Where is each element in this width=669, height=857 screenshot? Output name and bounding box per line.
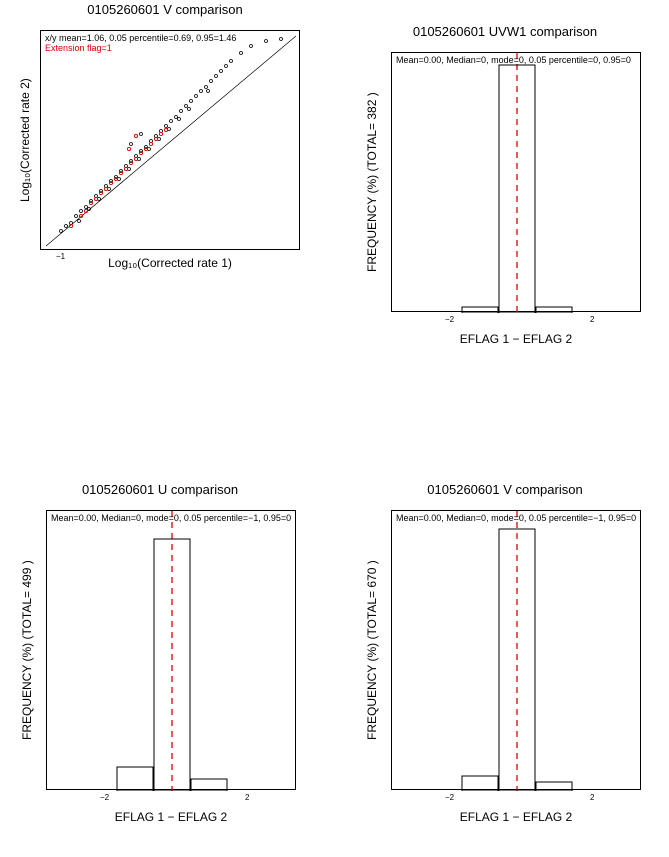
stats-text: Mean=0.00, Median=0, mode=0, 0.05 percen…: [396, 513, 636, 523]
hist-panel-v: 0105260601 V comparison Mean=0.00, Media…: [355, 510, 655, 840]
chart-title: 0105260601 U comparison: [10, 482, 310, 497]
tick: 2: [590, 793, 594, 802]
scatter-svg: [41, 31, 301, 251]
stats-text: Mean=0.00, Median=0, mode=0, 0.05 percen…: [396, 55, 631, 65]
chart-title: 0105260601 V comparison: [355, 482, 655, 497]
tick: 2: [590, 315, 594, 324]
plot-area: x/y mean=1.06, 0.05 percentile=0.69, 0.9…: [40, 30, 300, 250]
scatter-panel-v: 0105260601 V comparison: [10, 30, 320, 290]
x-axis-label: Log₁₀(Corrected rate 1): [40, 256, 300, 270]
tick: −1: [56, 252, 65, 261]
tick: −2: [100, 793, 109, 802]
chart-title: 0105260601 UVW1 comparison: [355, 24, 655, 39]
hist-panel-uvw1: 0105260601 UVW1 comparison Mean=0.00, Me…: [355, 52, 655, 372]
hist-svg: [392, 53, 642, 313]
y-axis-label: FREQUENCY (%) (TOTAL= 670 ): [365, 510, 379, 790]
y-axis-label: Log₁₀(Corrected rate 2): [18, 30, 32, 250]
tick: 2: [245, 793, 249, 802]
y-axis-label: FREQUENCY (%) (TOTAL= 499 ): [20, 510, 34, 790]
tick: −2: [445, 793, 454, 802]
hist-svg: [47, 511, 297, 791]
x-axis-label: EFLAG 1 − EFLAG 2: [391, 810, 641, 824]
plot-area: Mean=0.00, Median=0, mode=0, 0.05 percen…: [46, 510, 296, 790]
chart-title: 0105260601 V comparison: [10, 2, 320, 17]
x-axis-label: EFLAG 1 − EFLAG 2: [46, 810, 296, 824]
plot-area: Mean=0.00, Median=0, mode=0, 0.05 percen…: [391, 52, 641, 312]
hist-svg: [392, 511, 642, 791]
stats-text: Mean=0.00, Median=0, mode=0, 0.05 percen…: [51, 513, 291, 523]
plot-area: Mean=0.00, Median=0, mode=0, 0.05 percen…: [391, 510, 641, 790]
flag-text: Extension flag=1: [45, 43, 112, 53]
x-axis-label: EFLAG 1 − EFLAG 2: [391, 332, 641, 346]
tick: −2: [445, 315, 454, 324]
stats-text: x/y mean=1.06, 0.05 percentile=0.69, 0.9…: [45, 33, 236, 43]
hist-panel-u: 0105260601 U comparison Mean=0.00, Media…: [10, 510, 310, 840]
y-axis-label: FREQUENCY (%) (TOTAL= 382 ): [365, 52, 379, 312]
